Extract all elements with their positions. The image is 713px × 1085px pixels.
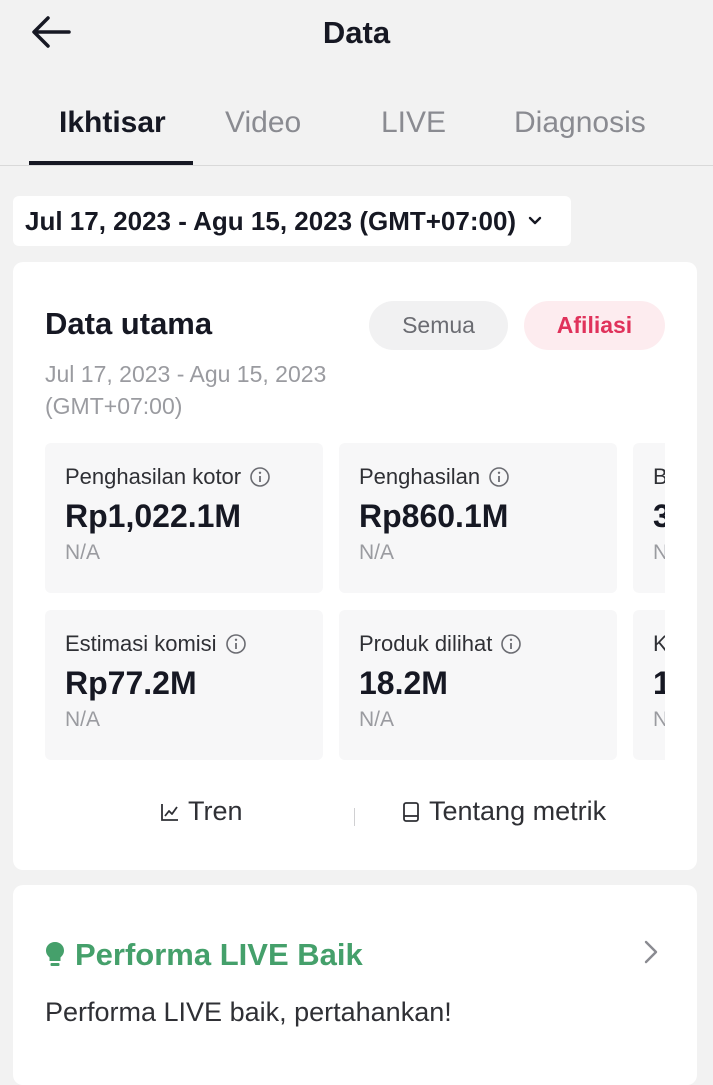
metric-label: Estimasi komisi xyxy=(65,631,217,656)
metric-label-row: Penghasilan xyxy=(359,464,510,490)
live-performance-title: Performa LIVE Baik xyxy=(45,937,363,973)
metric-comparison: N/A xyxy=(65,708,101,731)
main-data-date-range: Jul 17, 2023 - Agu 15, 2023 (GMT+07:00) xyxy=(45,358,326,422)
chevron-down-icon xyxy=(528,216,542,226)
timezone-line: (GMT+07:00) xyxy=(45,393,183,419)
metric-value: 18.2M xyxy=(359,665,448,701)
info-icon[interactable] xyxy=(249,466,271,488)
line-chart-icon xyxy=(160,802,180,822)
lightbulb-icon xyxy=(45,941,65,969)
live-performance-title-text: Performa LIVE Baik xyxy=(75,937,363,972)
metric-label: Penghasilan kotor xyxy=(65,464,242,489)
tab-live[interactable]: LIVE xyxy=(381,106,446,140)
metric-comparison: N/A xyxy=(65,541,101,564)
metric-label-row: Penghasilan kotor xyxy=(65,464,271,490)
metric-value: Rp1,022.1M xyxy=(65,498,242,534)
page-title: Data xyxy=(322,15,391,50)
filter-semua-button[interactable]: Semua xyxy=(369,301,508,350)
live-performance-card[interactable]: Performa LIVE Baik Performa LIVE baik, p… xyxy=(13,885,697,1085)
metric-card-estimated-commission[interactable]: Estimasi komisi Rp77.2M N/A xyxy=(45,610,323,760)
metric-value: 1 xyxy=(653,665,665,701)
main-data-card: Data utama Semua Afiliasi Jul 17, 2023 -… xyxy=(13,262,697,870)
metric-card-partial[interactable]: B 3 N xyxy=(633,443,665,593)
date-range-line: Jul 17, 2023 - Agu 15, 2023 xyxy=(45,361,327,387)
metrics-carousel[interactable]: Penghasilan kotor Rp1,022.1M N/A Penghas… xyxy=(45,443,665,763)
info-icon[interactable] xyxy=(500,633,522,655)
trend-link-label: Tren xyxy=(188,796,243,826)
metric-comparison: N/A xyxy=(359,541,395,564)
metric-card-product-views[interactable]: Produk dilihat 18.2M N/A xyxy=(339,610,617,760)
info-icon[interactable] xyxy=(488,466,510,488)
tab-bar: Ikhtisar Video LIVE Diagnosis xyxy=(0,94,713,166)
metric-value: Rp77.2M xyxy=(65,665,197,701)
metric-label: K xyxy=(653,631,665,656)
metric-label: Produk dilihat xyxy=(359,631,493,656)
book-icon xyxy=(401,801,421,823)
card-links: Tren Tentang metrik xyxy=(13,796,697,836)
metric-label-row: Estimasi komisi xyxy=(65,631,247,657)
main-data-title: Data utama xyxy=(45,306,213,341)
metric-comparison: N xyxy=(653,708,665,731)
top-bar: Data xyxy=(0,0,713,70)
filter-afiliasi-button[interactable]: Afiliasi xyxy=(524,301,665,350)
date-range-label: Jul 17, 2023 - Agu 15, 2023 (GMT+07:00) xyxy=(25,205,517,236)
metric-label-row: Produk dilihat xyxy=(359,631,522,657)
metric-card-gross-revenue[interactable]: Penghasilan kotor Rp1,022.1M N/A xyxy=(45,443,323,593)
metric-label: Penghasilan xyxy=(359,464,481,489)
tab-video[interactable]: Video xyxy=(225,106,301,140)
metric-value: 3 xyxy=(653,498,665,534)
link-divider xyxy=(354,808,355,826)
metric-comparison: N xyxy=(653,541,665,564)
date-range-selector[interactable]: Jul 17, 2023 - Agu 15, 2023 (GMT+07:00) xyxy=(13,196,571,246)
metric-card-revenue[interactable]: Penghasilan Rp860.1M N/A xyxy=(339,443,617,593)
tab-diagnosis[interactable]: Diagnosis xyxy=(514,106,646,140)
trend-link[interactable]: Tren xyxy=(160,796,243,827)
metric-comparison: N/A xyxy=(359,708,395,731)
active-tab-indicator xyxy=(29,161,193,165)
metric-card-partial[interactable]: K 1 N xyxy=(633,610,665,760)
about-metrics-link[interactable]: Tentang metrik xyxy=(401,796,606,827)
info-icon[interactable] xyxy=(225,633,247,655)
chevron-right-icon[interactable] xyxy=(643,939,659,970)
live-performance-description: Performa LIVE baik, pertahankan! xyxy=(45,997,452,1027)
about-metrics-label: Tentang metrik xyxy=(429,796,607,826)
tab-ikhtisar[interactable]: Ikhtisar xyxy=(59,106,166,140)
metric-value: Rp860.1M xyxy=(359,498,509,534)
metric-label: B xyxy=(653,464,665,489)
